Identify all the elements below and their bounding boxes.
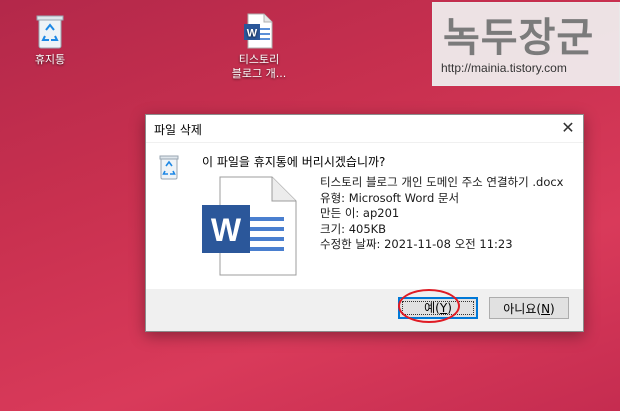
file-modified: 수정한 날짜: 2021-11-08 오전 11:23 xyxy=(320,237,513,251)
dialog-question: 이 파일을 휴지통에 버리시겠습니까? xyxy=(202,155,386,169)
word-document-icon: W xyxy=(198,175,298,277)
desktop-recycle-bin[interactable]: 휴지통 xyxy=(13,12,87,67)
file-type: 유형: Microsoft Word 문서 xyxy=(320,190,460,205)
dialog-button-bar: 예(Y) 아니요(N) xyxy=(146,289,583,331)
watermark-title: 녹두장군 xyxy=(443,14,595,61)
file-author: 만든 이: ap201 xyxy=(320,206,400,220)
delete-file-dialog: 파일 삭제 ✕ 이 파일을 휴지통에 버리시겠습니까? W 티스토리 블로그 개… xyxy=(145,114,584,332)
recycle-bin-icon xyxy=(158,153,180,181)
recycle-bin-icon xyxy=(33,12,67,50)
file-name: 티스토리 블로그 개인 도메인 주소 연결하기 .docx xyxy=(320,175,564,189)
dialog-title-bar[interactable]: 파일 삭제 ✕ xyxy=(146,115,583,143)
file-info: 티스토리 블로그 개인 도메인 주소 연결하기 .docx 유형: Micros… xyxy=(320,175,564,253)
dialog-title: 파일 삭제 xyxy=(154,123,202,137)
desktop-word-file-label-2: 블로그 개... xyxy=(231,67,287,80)
file-size: 크기: 405KB xyxy=(320,221,387,236)
svg-text:W: W xyxy=(247,28,258,40)
no-button-label: 아니요( xyxy=(503,302,542,316)
no-button[interactable]: 아니요(N) xyxy=(489,297,569,319)
no-button-end: ) xyxy=(550,302,555,316)
desktop-recycle-bin-label: 휴지통 xyxy=(34,53,66,66)
svg-text:W: W xyxy=(211,212,242,248)
desktop-word-file-label-1: 티스토리 xyxy=(238,53,280,66)
word-file-icon: W xyxy=(242,12,276,50)
no-button-key: N xyxy=(541,302,551,316)
annotation-ring xyxy=(398,289,460,323)
watermark-url: http://mainia.tistory.com xyxy=(441,61,567,75)
desktop-word-file[interactable]: W 티스토리 블로그 개... xyxy=(222,12,296,81)
close-icon: ✕ xyxy=(561,118,575,137)
close-button[interactable]: ✕ xyxy=(557,117,579,139)
watermark: 녹두장군 http://mainia.tistory.com xyxy=(432,2,620,86)
